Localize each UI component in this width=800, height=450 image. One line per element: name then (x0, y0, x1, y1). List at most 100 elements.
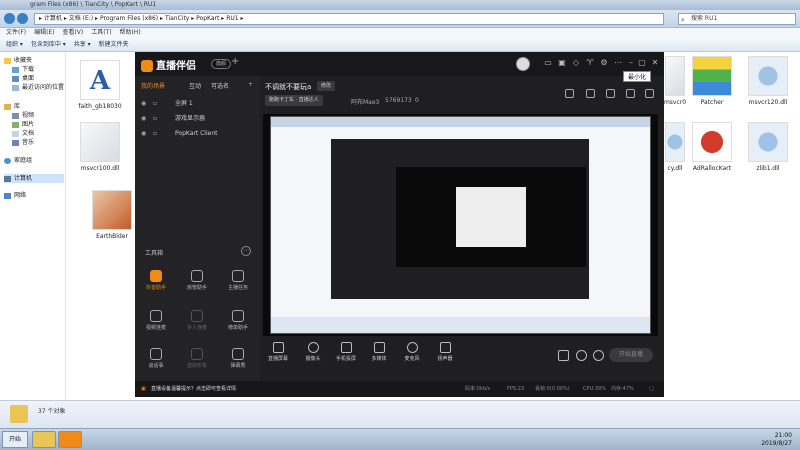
menu-tools[interactable]: 工具(T) (91, 28, 111, 38)
gift-icon[interactable]: ▣ (557, 58, 567, 68)
file-item[interactable]: EarthBlder (82, 190, 142, 240)
tool-ranking[interactable]: 榜单助手 (221, 310, 255, 331)
microphone-button[interactable]: 麦克风 (397, 342, 427, 362)
new-folder-button[interactable]: 新建文件夹 (99, 38, 129, 52)
menu-file[interactable]: 文件(F) (6, 28, 26, 38)
bag-icon[interactable]: ◇ (571, 58, 581, 68)
nav-recent[interactable]: 最近访问的位置 (12, 83, 64, 92)
button-label: 多媒体 (371, 356, 387, 362)
camera-button[interactable]: 摄像头 (298, 342, 328, 362)
organize-button[interactable]: 组织 ▾ (6, 38, 23, 52)
tool-multi-link[interactable]: 多人连麦 (180, 310, 214, 331)
lock-icon[interactable]: ▫ (153, 113, 157, 125)
address-bar[interactable]: ▸ 计算机 ▸ 文档 (E:) ▸ Program Files (x86) ▸ … (34, 13, 664, 25)
tool-icon (232, 270, 244, 282)
capture-icon[interactable] (606, 89, 615, 98)
source-row[interactable]: ◉ ▫ PopKart Client (135, 128, 260, 140)
minimize-icon[interactable]: – (626, 58, 636, 68)
forward-button[interactable] (17, 13, 28, 24)
nav-downloads[interactable]: 下载 (12, 65, 34, 74)
source-row[interactable]: ◉ ▫ 全屏 1 (135, 98, 260, 110)
file-item[interactable]: zlib1.dll (738, 122, 798, 172)
tool-douyin-helper[interactable]: 抖音助手 (139, 270, 173, 291)
file-item[interactable]: msvcr100.dll (70, 122, 130, 172)
nav-network[interactable]: 网络 (4, 191, 26, 200)
version-badge[interactable]: 旗舰 (211, 59, 232, 69)
tool-talk[interactable]: 谈话事 (139, 348, 173, 369)
visibility-icon[interactable]: ◉ (141, 113, 146, 125)
music-icon (12, 139, 19, 146)
back-button[interactable] (4, 13, 15, 24)
button-label: 麦克风 (404, 356, 420, 362)
add-scene-icon[interactable]: + (231, 56, 239, 67)
file-name: zlib1.dll (756, 165, 780, 172)
source-row[interactable]: ◉ ▫ 游戏显示器 (135, 113, 260, 125)
screen-capture-button[interactable]: 直播屏幕 (263, 342, 293, 362)
status-more-icon[interactable]: ▢ (649, 381, 654, 397)
search-icon: ⌕ (681, 16, 685, 24)
tool-host-tasks[interactable]: 主播任务 (221, 270, 255, 291)
share-button[interactable]: 共享 ▾ (74, 38, 91, 52)
toolbox-more-icon[interactable]: ⋯ (241, 246, 251, 256)
nav-favorites[interactable]: 收藏夹 (4, 56, 32, 65)
nav-libraries[interactable]: 库 (4, 102, 20, 111)
more-icon[interactable]: ⋯ (613, 58, 623, 68)
lock-icon[interactable]: ▫ (153, 128, 157, 140)
file-item[interactable]: msvcr120.dll (738, 56, 798, 106)
nested-taskbar (271, 317, 650, 333)
file-item[interactable]: Patcher (682, 56, 742, 106)
bell-icon[interactable] (626, 89, 635, 98)
share-icon[interactable] (645, 89, 654, 98)
nav-computer[interactable]: 计算机 (4, 174, 64, 183)
visibility-icon[interactable]: ◉ (141, 98, 146, 110)
lock-icon[interactable] (586, 89, 595, 98)
menu-edit[interactable]: 编辑(E) (34, 28, 54, 38)
visibility-icon[interactable]: ◉ (141, 128, 146, 140)
tab-interact[interactable]: 互动 (189, 81, 201, 90)
close-icon[interactable]: ✕ (650, 58, 660, 68)
nav-music[interactable]: 音乐 (12, 138, 34, 147)
taskbar-live-app-button[interactable] (58, 431, 82, 448)
start-button[interactable]: 开始 (2, 431, 28, 448)
add-source-icon[interactable]: + (248, 81, 253, 88)
nav-label: 下载 (22, 66, 35, 73)
shirt-icon[interactable]: ♈ (585, 58, 595, 68)
layout-icon[interactable] (565, 89, 574, 98)
record-icon[interactable] (558, 350, 569, 361)
eye-icon[interactable] (576, 350, 587, 361)
nav-documents[interactable]: 文档 (12, 129, 34, 138)
settings-gear-icon[interactable] (593, 350, 604, 361)
multimedia-button[interactable]: 多媒体 (364, 342, 394, 362)
tool-video-link[interactable]: 视频连麦 (139, 310, 173, 331)
start-live-button[interactable]: 开始直播 (609, 348, 653, 362)
speaker-button[interactable]: 扬声器 (430, 342, 460, 362)
device-notice[interactable]: 直播设备温馨提示？点击即可查看详情 (151, 381, 236, 397)
menu-help[interactable]: 帮助(H) (119, 28, 140, 38)
file-item[interactable]: A faith_gb18030 (70, 60, 130, 110)
tab-optional[interactable]: 可选名 (211, 81, 229, 90)
tool-room-admin[interactable]: 房管助手 (180, 270, 214, 291)
nav-pictures[interactable]: 图片 (12, 120, 34, 129)
settings-icon[interactable]: ⚙ (599, 58, 609, 68)
include-library-button[interactable]: 包含到库中 ▾ (31, 38, 66, 52)
tool-avatar[interactable]: 虚拟形象 (180, 348, 214, 369)
menu-view[interactable]: 查看(V) (62, 28, 83, 38)
avatar[interactable] (516, 57, 530, 71)
tab-my-scenes[interactable]: 我的场景 (141, 81, 165, 90)
nav-homegroup[interactable]: 家庭组 (4, 156, 32, 165)
modify-button[interactable]: 修改 (317, 81, 336, 91)
file-item[interactable]: AdRallocKart (682, 122, 742, 172)
phone-cast-button[interactable]: 手机投屏 (331, 342, 361, 362)
message-icon[interactable]: ▭ (543, 58, 553, 68)
tool-icon (232, 348, 244, 360)
tool-danmaku[interactable]: 弹幕秀 (221, 348, 255, 369)
lock-icon[interactable]: ▫ (153, 98, 157, 110)
brand-name: 直播伴侣 (156, 61, 196, 72)
search-input[interactable]: ⌕ 搜索 RU1 (678, 13, 796, 25)
category-button[interactable]: 跑跑卡丁车 · 直播达人 (265, 95, 323, 106)
nav-desktop[interactable]: 桌面 (12, 74, 34, 83)
clock[interactable]: 21:00 2019/8/27 (761, 432, 792, 448)
taskbar-explorer-button[interactable] (32, 431, 56, 448)
maximize-icon[interactable]: ▢ (637, 58, 647, 68)
nav-videos[interactable]: 视频 (12, 111, 34, 120)
